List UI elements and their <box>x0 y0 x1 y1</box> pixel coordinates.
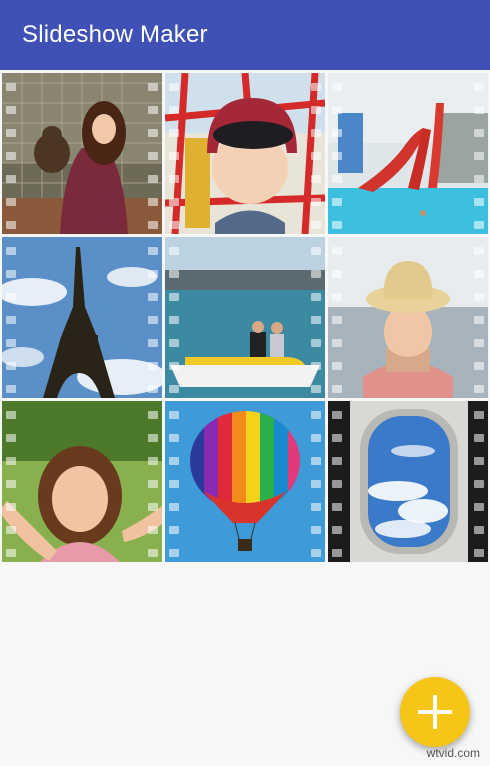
filmstrip-left <box>2 73 20 234</box>
app-bar: Slideshow Maker <box>0 0 490 70</box>
app-title: Slideshow Maker <box>22 21 208 48</box>
smiling-girl-photo <box>2 401 162 562</box>
filmstrip-left <box>328 73 346 234</box>
filmstrip-right <box>144 401 162 562</box>
filmstrip-right <box>470 237 488 398</box>
filmstrip-left <box>165 401 183 562</box>
girl-with-bear-photo <box>2 73 162 234</box>
add-slideshow-button[interactable] <box>400 677 470 747</box>
child-with-helmet-photo <box>165 73 325 234</box>
filmstrip-right <box>307 73 325 234</box>
photo-tile-waterslide-pool[interactable] <box>328 73 488 234</box>
filmstrip-right <box>470 401 488 562</box>
filmstrip-right <box>470 73 488 234</box>
photo-tile-smiling-girl[interactable] <box>2 401 162 562</box>
filmstrip-left <box>165 73 183 234</box>
hot-air-balloon-photo <box>165 401 325 562</box>
photo-tile-eiffel-tower[interactable] <box>2 237 162 398</box>
photo-tile-pedal-boat[interactable] <box>165 237 325 398</box>
filmstrip-left <box>2 401 20 562</box>
filmstrip-right <box>144 237 162 398</box>
filmstrip-left <box>328 401 346 562</box>
watermark: wtvid.com <box>426 746 480 760</box>
photo-tile-hot-air-balloon[interactable] <box>165 401 325 562</box>
photo-grid <box>2 73 488 562</box>
filmstrip-right <box>307 237 325 398</box>
filmstrip-right <box>307 401 325 562</box>
airplane-window-photo <box>328 401 488 562</box>
photo-tile-girl-with-hat[interactable] <box>328 237 488 398</box>
waterslide-pool-photo <box>328 73 488 234</box>
filmstrip-left <box>165 237 183 398</box>
pedal-boat-photo <box>165 237 325 398</box>
plus-icon <box>418 695 452 729</box>
girl-with-hat-photo <box>328 237 488 398</box>
photo-tile-child-with-helmet[interactable] <box>165 73 325 234</box>
filmstrip-left <box>328 237 346 398</box>
eiffel-tower-photo <box>2 237 162 398</box>
filmstrip-right <box>144 73 162 234</box>
filmstrip-left <box>2 237 20 398</box>
photo-tile-girl-with-bear[interactable] <box>2 73 162 234</box>
photo-tile-airplane-window[interactable] <box>328 401 488 562</box>
